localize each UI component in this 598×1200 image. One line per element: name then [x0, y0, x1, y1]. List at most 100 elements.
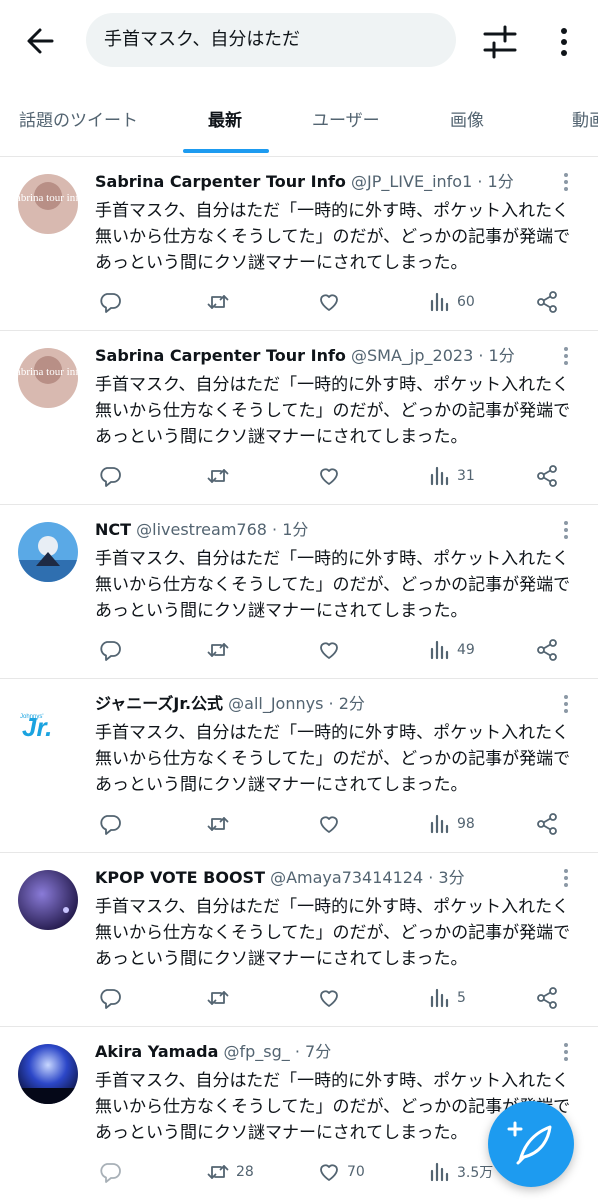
share-button[interactable] — [535, 638, 559, 662]
search-filter-icon[interactable] — [480, 22, 520, 62]
like-button[interactable] — [317, 986, 347, 1010]
reply-button[interactable] — [98, 1160, 128, 1184]
like-button[interactable] — [317, 638, 347, 662]
tweet-actions: 60 — [0, 282, 598, 322]
tweet-item[interactable]: Jr. Johnnys' ジャニーズJr.公式 @all_Jonnys · 2分… — [0, 678, 598, 853]
heart-icon — [320, 642, 338, 659]
author-name[interactable]: ジャニーズJr.公式 — [95, 694, 223, 713]
retweet-button[interactable] — [206, 812, 236, 836]
retweet-button[interactable]: 28 — [206, 1160, 254, 1184]
author-handle[interactable]: @SMA_jp_2023 — [351, 346, 473, 365]
heart-icon — [320, 468, 338, 485]
author-name[interactable]: Sabrina Carpenter Tour Info — [95, 346, 346, 365]
tweet-actions: 98 — [0, 804, 598, 844]
search-input[interactable] — [86, 13, 456, 67]
retweet-count: 28 — [236, 1164, 254, 1180]
like-button[interactable] — [317, 464, 347, 488]
author-name[interactable]: Sabrina Carpenter Tour Info — [95, 172, 346, 191]
tweet-item[interactable]: sabrina tour info Sabrina Carpenter Tour… — [0, 330, 598, 505]
share-icon — [537, 987, 557, 1009]
tweet-actions: 31 — [0, 456, 598, 496]
retweet-icon — [207, 295, 229, 309]
concert-avatar[interactable] — [18, 1044, 78, 1104]
reply-icon — [100, 467, 121, 487]
kpop-avatar[interactable] — [18, 870, 78, 930]
tweet-text: 手首マスク、自分はただ「一時的に外す時、ポケット入れたく無いから仕方なくそうして… — [95, 549, 571, 621]
tab-people[interactable]: ユーザー — [312, 86, 380, 156]
reply-icon — [100, 989, 121, 1009]
tweet-actions: 5 — [0, 978, 598, 1018]
nct-avatar[interactable] — [18, 522, 78, 582]
author-handle[interactable]: @JP_LIVE_info1 — [351, 172, 472, 191]
author-handle[interactable]: @livestream768 — [136, 520, 267, 539]
tweet-time: · 1分 — [472, 172, 514, 191]
tab-latest[interactable]: 最新 — [208, 86, 242, 156]
sabrina-avatar[interactable]: sabrina tour info — [18, 348, 78, 408]
tweet-text: 手首マスク、自分はただ「一時的に外す時、ポケット入れたく無いから仕方なくそうして… — [95, 375, 571, 447]
views-button[interactable]: 5 — [427, 986, 466, 1010]
author-name[interactable]: NCT — [95, 520, 131, 539]
tweet-menu-icon[interactable] — [558, 692, 574, 716]
retweet-button[interactable] — [206, 464, 236, 488]
jr-logo-avatar[interactable]: Jr. Johnnys' — [18, 696, 78, 756]
views-button[interactable]: 60 — [427, 290, 475, 314]
svg-text:sabrina tour info: sabrina tour info — [18, 192, 78, 204]
reply-button[interactable] — [98, 290, 128, 314]
author-handle[interactable]: @Amaya73414124 — [270, 868, 423, 887]
back-arrow-icon[interactable] — [22, 24, 62, 58]
tweet-item[interactable]: KPOP VOTE BOOST @Amaya73414124 · 3分 手首マス… — [0, 852, 598, 1027]
retweet-button[interactable] — [206, 986, 236, 1010]
author-name[interactable]: KPOP VOTE BOOST — [95, 868, 265, 887]
svg-text:sabrina tour info: sabrina tour info — [18, 366, 78, 378]
tab-top[interactable]: 話題のツイート — [19, 86, 138, 156]
views-button[interactable]: 49 — [427, 638, 475, 662]
retweet-button[interactable] — [206, 290, 236, 314]
reply-icon — [100, 293, 121, 313]
share-icon — [537, 813, 557, 835]
author-name[interactable]: Akira Yamada — [95, 1042, 218, 1061]
retweet-icon — [207, 643, 229, 657]
tweet-item[interactable]: sabrina tour info Sabrina Carpenter Tour… — [0, 156, 598, 331]
share-button[interactable] — [535, 464, 559, 488]
share-button[interactable] — [535, 290, 559, 314]
like-button[interactable]: 70 — [317, 1160, 365, 1184]
reply-button[interactable] — [98, 812, 128, 836]
reply-button[interactable] — [98, 464, 128, 488]
tweet-menu-icon[interactable] — [558, 170, 574, 194]
tweet-menu-icon[interactable] — [558, 866, 574, 890]
reply-icon — [100, 1163, 121, 1183]
bar-chart-icon — [430, 1162, 449, 1182]
tweet-text: 手首マスク、自分はただ「一時的に外す時、ポケット入れたく無いから仕方なくそうして… — [95, 897, 571, 969]
tab-videos[interactable]: 動画 — [572, 86, 598, 156]
like-button[interactable] — [317, 290, 347, 314]
tweet-menu-icon[interactable] — [558, 344, 574, 368]
overflow-menu-icon[interactable] — [552, 22, 576, 62]
share-icon — [537, 291, 557, 313]
views-button[interactable]: 31 — [427, 464, 475, 488]
retweet-icon — [207, 817, 229, 831]
views-button[interactable]: 98 — [427, 812, 475, 836]
reply-button[interactable] — [98, 986, 128, 1010]
views-button[interactable]: 3.5万 — [427, 1160, 493, 1184]
reply-icon — [100, 815, 121, 835]
sabrina-avatar[interactable]: sabrina tour info — [18, 174, 78, 234]
views-count: 5 — [457, 990, 466, 1006]
author-handle[interactable]: @fp_sg_ — [224, 1042, 290, 1061]
like-count: 70 — [347, 1164, 365, 1180]
tweet-menu-icon[interactable] — [558, 518, 574, 542]
top-bar — [0, 0, 598, 86]
share-button[interactable] — [535, 986, 559, 1010]
tweet-time: · 7分 — [289, 1042, 332, 1061]
tweet-item[interactable]: NCT @livestream768 · 1分 手首マスク、自分はただ「一時的に… — [0, 504, 598, 679]
like-button[interactable] — [317, 812, 347, 836]
share-button[interactable] — [535, 812, 559, 836]
reply-button[interactable] — [98, 638, 128, 662]
tweet-text: 手首マスク、自分はただ「一時的に外す時、ポケット入れたく無いから仕方なくそうして… — [95, 723, 571, 795]
heart-icon — [320, 990, 338, 1007]
svg-text:Johnnys': Johnnys' — [20, 714, 44, 720]
tab-photos[interactable]: 画像 — [450, 86, 484, 156]
compose-tweet-button[interactable] — [488, 1101, 574, 1187]
retweet-button[interactable] — [206, 638, 236, 662]
author-handle[interactable]: @all_Jonnys — [228, 694, 323, 713]
tweet-menu-icon[interactable] — [558, 1040, 574, 1064]
